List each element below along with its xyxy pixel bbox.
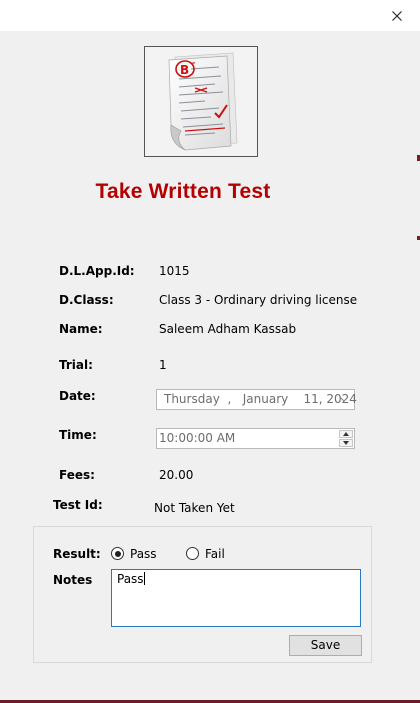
name-label: Name: <box>59 322 103 336</box>
svg-text:-: - <box>192 58 195 67</box>
pass-radio-label[interactable]: Pass <box>130 547 157 561</box>
window-titlebar <box>0 0 420 31</box>
license-class-label: D.Class: <box>59 293 114 307</box>
test-id-value: Not Taken Yet <box>154 501 235 515</box>
trial-value: 1 <box>159 358 167 372</box>
test-date-picker[interactable]: Thursday , January 11, 2024 <box>156 389 357 410</box>
date-separator: , <box>227 392 232 406</box>
result-label: Result: <box>53 547 101 561</box>
spin-up-button[interactable] <box>339 430 353 438</box>
close-button[interactable] <box>374 0 420 31</box>
notes-label: Notes <box>53 573 93 587</box>
date-weekday: Thursday <box>164 392 220 406</box>
name-value: Saleem Adham Kassab <box>159 322 297 336</box>
caret-down-icon <box>343 441 349 445</box>
time-value: 10:00:00 AM <box>159 431 236 445</box>
save-button[interactable]: Save <box>289 635 362 656</box>
chevron-down-icon[interactable] <box>339 395 349 403</box>
test-time-picker[interactable]: 10:00:00 AM <box>156 428 355 449</box>
trial-label: Trial: <box>59 358 93 372</box>
notes-textarea[interactable]: Pass <box>111 569 361 627</box>
page-title: Take Written Test <box>95 180 271 203</box>
fees-value: 20.00 <box>159 468 194 482</box>
fees-label: Fees: <box>59 468 95 482</box>
written-test-paper-icon: B - <box>144 46 258 157</box>
license-class-value: Class 3 - Ordinary driving license <box>159 293 358 307</box>
text-caret <box>143 572 145 585</box>
spin-down-button[interactable] <box>339 439 353 447</box>
fail-radio[interactable] <box>186 547 199 560</box>
time-spinner[interactable] <box>339 430 353 447</box>
app-id-value: 1015 <box>159 264 190 278</box>
caret-up-icon <box>343 432 349 436</box>
date-label: Date: <box>59 389 96 403</box>
date-month: January <box>242 392 289 406</box>
notes-text: Pass <box>117 572 144 586</box>
close-icon <box>392 10 402 21</box>
pass-radio[interactable] <box>111 547 124 560</box>
test-id-label: Test Id: <box>53 498 103 512</box>
time-label: Time: <box>59 428 97 442</box>
app-id-label: D.L.App.Id: <box>59 264 135 278</box>
fail-radio-label[interactable]: Fail <box>205 547 225 561</box>
svg-text:B: B <box>180 63 189 77</box>
